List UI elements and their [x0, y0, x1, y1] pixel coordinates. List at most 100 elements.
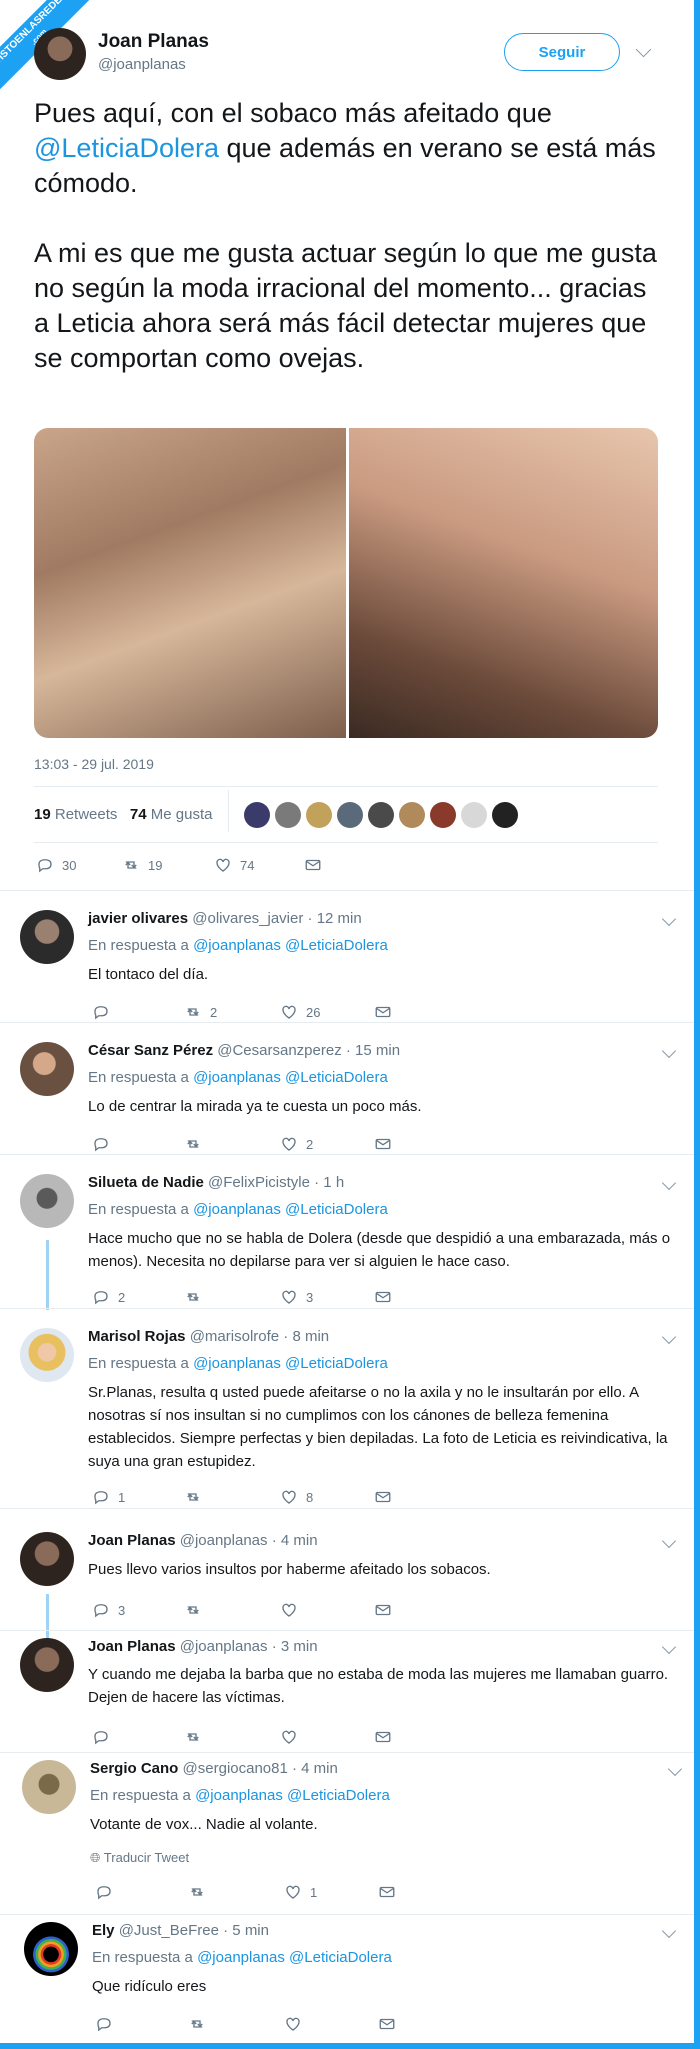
reply-author[interactable]: Sergio Cano @sergiocano81 · 4 min	[90, 1760, 338, 1777]
reply-handle[interactable]: @joanplanas	[180, 1532, 268, 1549]
reply-author[interactable]: Joan Planas @joanplanas · 3 min	[88, 1638, 318, 1655]
reply-handle[interactable]: @Just_BeFree	[119, 1922, 219, 1939]
reply-tweet[interactable]: javier olivares @olivares_javier · 12 mi…	[0, 890, 694, 1022]
reply-button[interactable]	[92, 1728, 118, 1746]
message-button[interactable]	[374, 1288, 392, 1306]
message-button[interactable]	[374, 1728, 392, 1746]
avatar[interactable]	[20, 1174, 74, 1228]
reply-name[interactable]: Ely	[92, 1922, 115, 1939]
avatar[interactable]	[275, 802, 301, 828]
reply-handle[interactable]: @olivares_javier	[192, 910, 303, 927]
message-button[interactable]	[374, 1003, 392, 1021]
retweets-count[interactable]: 19	[34, 806, 51, 823]
reply-name[interactable]: Joan Planas	[88, 1532, 176, 1549]
message-button[interactable]	[304, 856, 322, 874]
reply-time[interactable]: · 8 min	[283, 1328, 329, 1345]
like-button[interactable]: 26	[280, 1003, 320, 1021]
mention-link[interactable]: @joanplanas @LeticiaDolera	[193, 1069, 388, 1086]
mention-link[interactable]: @LeticiaDolera	[34, 133, 219, 163]
reply-name[interactable]: Sergio Cano	[90, 1760, 178, 1777]
reply-button[interactable]	[92, 1003, 118, 1021]
reply-handle[interactable]: @FelixPicistyle	[208, 1174, 310, 1191]
avatar[interactable]	[368, 802, 394, 828]
avatar[interactable]	[20, 1328, 74, 1382]
avatar[interactable]	[20, 910, 74, 964]
reply-time[interactable]: · 4 min	[292, 1760, 338, 1777]
translate-tweet-link[interactable]: 🌐︎ Traducir Tweet	[90, 1850, 189, 1866]
retweet-button[interactable]	[184, 1288, 210, 1306]
reply-author[interactable]: César Sanz Pérez @Cesarsanzperez · 15 mi…	[88, 1042, 400, 1059]
reply-tweet[interactable]: Ely @Just_BeFree · 5 min En respuesta a …	[0, 1914, 694, 2044]
reply-tweet[interactable]: Marisol Rojas @marisolrofe · 8 min En re…	[0, 1308, 694, 1508]
reply-author[interactable]: Silueta de Nadie @FelixPicistyle · 1 h	[88, 1174, 344, 1191]
reply-button[interactable]	[95, 2015, 121, 2033]
like-button[interactable]	[284, 2015, 310, 2033]
avatar[interactable]	[399, 802, 425, 828]
avatar[interactable]	[20, 1042, 74, 1096]
reply-time[interactable]: · 5 min	[223, 1922, 269, 1939]
avatar[interactable]	[20, 1638, 74, 1692]
like-button[interactable]: 2	[280, 1135, 313, 1153]
reply-name[interactable]: javier olivares	[88, 910, 188, 927]
retweets-label[interactable]: Retweets	[55, 806, 118, 823]
avatar[interactable]	[244, 802, 270, 828]
like-button[interactable]	[280, 1601, 306, 1619]
mention-link[interactable]: @joanplanas @LeticiaDolera	[193, 1201, 388, 1218]
reply-tweet[interactable]: Silueta de Nadie @FelixPicistyle · 1 h E…	[0, 1154, 694, 1308]
reply-author[interactable]: Joan Planas @joanplanas · 4 min	[88, 1532, 318, 1549]
reply-author[interactable]: Ely @Just_BeFree · 5 min	[92, 1922, 269, 1939]
reply-button[interactable]: 30	[36, 856, 76, 874]
reply-handle[interactable]: @sergiocano81	[183, 1760, 288, 1777]
likes-label[interactable]: Me gusta	[151, 806, 213, 823]
message-button[interactable]	[378, 1883, 396, 1901]
like-button[interactable]: 1	[284, 1883, 317, 1901]
like-button[interactable]: 8	[280, 1488, 313, 1506]
reply-button[interactable]: 2	[92, 1288, 125, 1306]
author-handle[interactable]: @joanplanas	[98, 56, 186, 73]
chevron-down-icon[interactable]	[635, 41, 652, 58]
reply-tweet[interactable]: Sergio Cano @sergiocano81 · 4 min En res…	[0, 1752, 694, 1914]
retweet-button[interactable]: 2	[184, 1003, 217, 1021]
retweet-button[interactable]	[188, 1883, 214, 1901]
avatar[interactable]	[34, 28, 86, 80]
retweet-button[interactable]	[188, 2015, 214, 2033]
retweet-button[interactable]	[184, 1488, 210, 1506]
follow-button[interactable]: Seguir	[504, 33, 620, 71]
reply-button[interactable]	[95, 1883, 121, 1901]
reply-handle[interactable]: @joanplanas	[180, 1638, 268, 1655]
tweet-timestamp[interactable]: 13:03 - 29 jul. 2019	[34, 756, 154, 772]
chevron-down-icon[interactable]	[661, 911, 677, 927]
chevron-down-icon[interactable]	[661, 1175, 677, 1191]
message-button[interactable]	[374, 1488, 392, 1506]
reply-name[interactable]: Joan Planas	[88, 1638, 176, 1655]
tweet-photos[interactable]	[34, 428, 658, 738]
reply-time[interactable]: · 1 h	[314, 1174, 344, 1191]
chevron-down-icon[interactable]	[661, 1923, 677, 1939]
mention-link[interactable]: @joanplanas @LeticiaDolera	[195, 1787, 390, 1804]
avatar[interactable]	[337, 802, 363, 828]
message-button[interactable]	[374, 1135, 392, 1153]
chevron-down-icon[interactable]	[661, 1329, 677, 1345]
retweet-button[interactable]	[184, 1135, 210, 1153]
reply-author[interactable]: javier olivares @olivares_javier · 12 mi…	[88, 910, 362, 927]
retweet-button[interactable]	[184, 1601, 210, 1619]
reply-button[interactable]	[92, 1135, 118, 1153]
likes-count[interactable]: 74	[130, 806, 147, 823]
photo-man[interactable]	[349, 428, 658, 738]
reply-time[interactable]: · 15 min	[346, 1042, 400, 1059]
avatar[interactable]	[22, 1760, 76, 1814]
reply-time[interactable]: · 4 min	[272, 1532, 318, 1549]
reply-time[interactable]: · 3 min	[272, 1638, 318, 1655]
mention-link[interactable]: @joanplanas @LeticiaDolera	[197, 1949, 392, 1966]
reply-name[interactable]: César Sanz Pérez	[88, 1042, 213, 1059]
avatar[interactable]	[306, 802, 332, 828]
avatar[interactable]	[492, 802, 518, 828]
reply-button[interactable]: 3	[92, 1601, 125, 1619]
like-button[interactable]	[280, 1728, 306, 1746]
avatar[interactable]	[461, 802, 487, 828]
like-button[interactable]: 3	[280, 1288, 313, 1306]
retweet-button[interactable]	[184, 1728, 210, 1746]
mention-link[interactable]: @joanplanas @LeticiaDolera	[193, 937, 388, 954]
reply-button[interactable]: 1	[92, 1488, 125, 1506]
reply-handle[interactable]: @marisolrofe	[190, 1328, 279, 1345]
